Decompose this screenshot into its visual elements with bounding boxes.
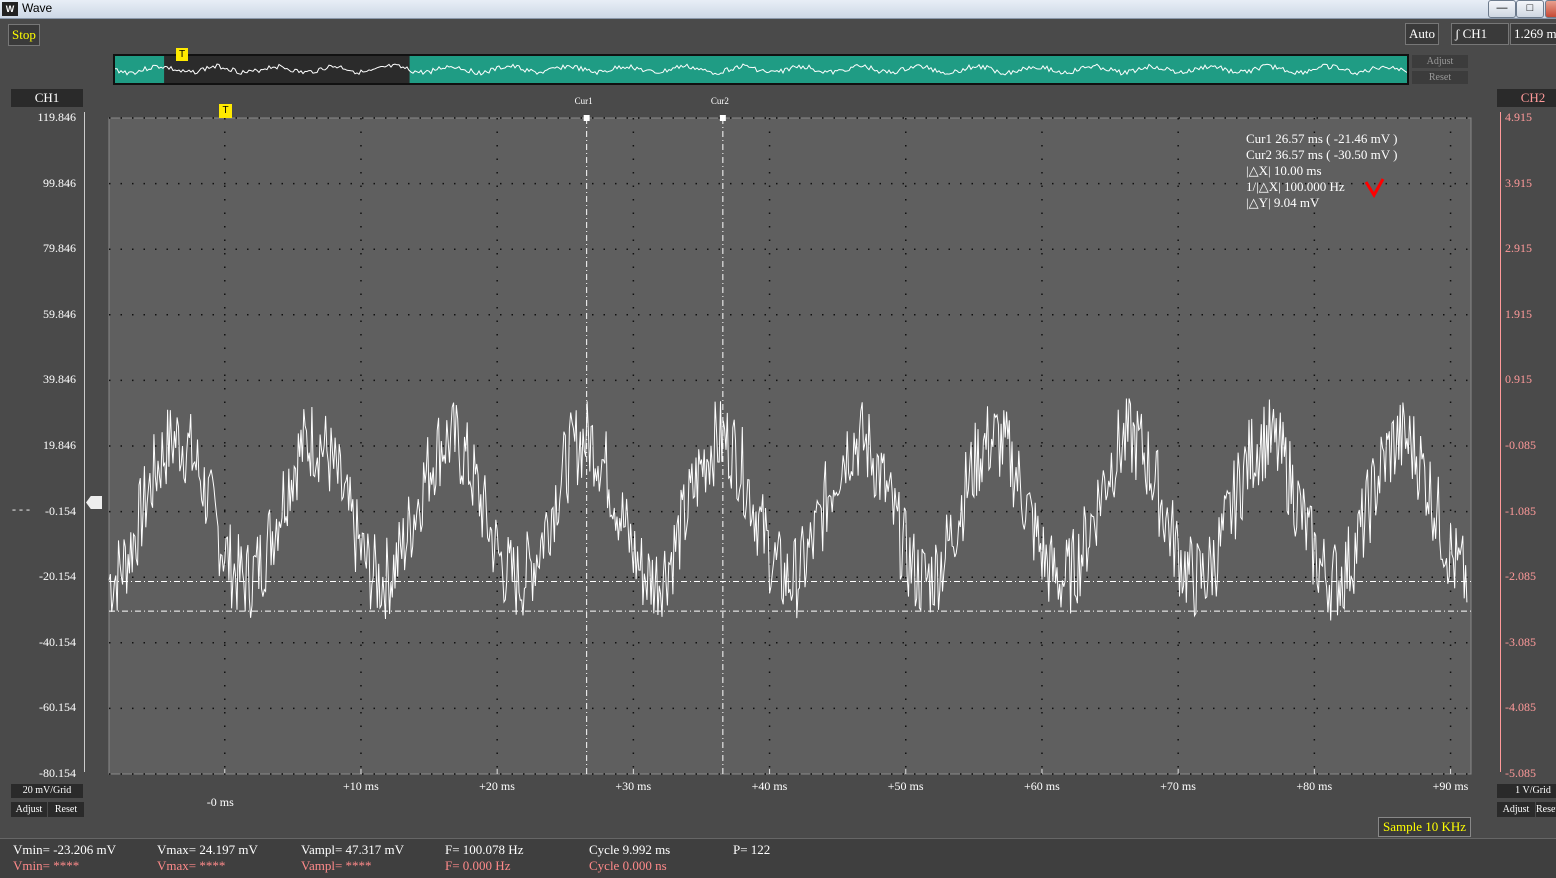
stop-button[interactable]: Stop [8,24,40,46]
x-tick-label: +30 ms [615,779,652,793]
ch2-vmax: Vmax= **** [157,858,226,873]
cursor2-label[interactable]: Cur2 [711,96,729,106]
check-mark-icon [1364,178,1385,198]
ch2-tick-label: -2.085 [1505,569,1536,584]
cursor1-handle [583,115,590,121]
ch1-adjust-button[interactable]: Adjust [11,802,47,817]
x-tick-label: +90 ms [1432,779,1469,793]
ch1-offset-handle[interactable] [86,496,102,509]
readout-cur2: Cur2 36.57 ms ( -30.50 mV ) [1246,147,1398,162]
x-tick-label: -0 ms [206,795,234,809]
cursor2-handle [719,115,726,121]
x-tick-label: +20 ms [479,779,515,793]
ch2-tick-label: -1.085 [1505,503,1536,518]
ch2-tick-label: -3.085 [1505,634,1536,649]
ch2-tick-label: 0.915 [1505,372,1532,387]
ch1-tick-label: 79.846 [43,241,76,256]
ch1-tick-label: -40.154 [39,634,76,649]
ch1-vmax: Vmax= 24.197 mV [157,842,258,857]
x-tick-label: +80 ms [1296,779,1333,793]
title-bar [0,0,1556,19]
close-button[interactable]: ✕ [1545,0,1556,18]
plot-background [108,117,1472,775]
ch1-vampl: Vampl= 47.317 mV [301,842,405,857]
ch1-tick-label: -80.154 [39,766,76,780]
overview-svg [115,56,1407,83]
ch1-tick-label: 119.846 [37,110,76,124]
ch1-tick-label: 99.846 [43,175,76,190]
waveform-overview[interactable] [113,54,1409,85]
ch2-tick-label: 2.915 [1505,241,1532,256]
ch1-tick-label: 19.846 [43,438,76,452]
cursor-readout: Cur1 26.57 ms ( -21.46 mV ) Cur2 36.57 m… [1246,131,1397,211]
ch2-tick-label: -0.085 [1505,438,1536,452]
overview-reset-button[interactable]: Reset [1412,71,1468,84]
trigger-edge-icon: ʃ [1455,26,1460,41]
maximize-button[interactable]: □ [1516,0,1544,18]
ch2-tick-label: 1.915 [1505,306,1532,321]
overview-adjust-button[interactable]: Adjust [1412,55,1468,68]
ch1-frequency: F= 100.078 Hz [445,842,524,857]
ch2-tick-label: 4.915 [1505,110,1532,124]
x-tick-label: +70 ms [1160,779,1196,793]
ch1-reset-button[interactable]: Reset [48,802,84,817]
readout-cur1: Cur1 26.57 ms ( -21.46 mV ) [1246,131,1398,146]
window-title: Wave [22,1,53,15]
ch2-adjust-button[interactable]: Adjust [1497,802,1535,817]
time-setting-button[interactable]: 1.269 m [1510,23,1556,45]
cursor1-label[interactable]: Cur1 [575,96,593,106]
trigger-position-marker[interactable]: T [219,104,232,118]
ch1-tick-label: 39.846 [43,372,76,387]
ch1-label[interactable]: CH1 [11,89,83,107]
ch1-vmin: Vmin= -23.206 mV [13,842,117,857]
auto-button[interactable]: Auto [1405,23,1439,45]
x-tick-label: +10 ms [342,779,379,793]
ch2-volts-per-grid[interactable]: 1 V/Grid [1497,784,1556,798]
trigger-channel-button[interactable]: ʃ CH1 [1451,23,1509,45]
app-icon: W [2,2,18,16]
ch1-volts-per-grid[interactable]: 20 mV/Grid [11,784,83,798]
ch2-tick-label: 3.915 [1505,175,1532,190]
x-tick-label: +50 ms [887,779,924,793]
ch2-vmin: Vmin= **** [13,858,80,873]
ch1-axis-line [84,112,85,772]
ch2-tick-label: -4.085 [1505,700,1536,715]
ch1-tick-label: -60.154 [39,700,76,715]
ch2-reset-button[interactable]: Reset [1536,802,1556,817]
overview-trigger-marker[interactable]: T [176,48,188,61]
ch2-vampl: Vampl= **** [301,858,372,873]
x-tick-label: +60 ms [1023,779,1060,793]
ch1-tick-label: -20.154 [39,569,76,584]
ch1-points: P= 122 [733,842,771,857]
ch1-tick-label: 59.846 [43,306,76,321]
ch2-axis-line [1500,112,1501,772]
x-tick-label: +40 ms [751,779,788,793]
ch1-zero-marker: - - - [12,502,30,516]
ch1-cycle: Cycle 9.992 ms [589,842,671,857]
sample-rate-button[interactable]: Sample 10 KHz [1378,817,1472,837]
minimize-button[interactable]: — [1488,0,1516,18]
ch2-tick-label: -5.085 [1505,766,1536,780]
ch2-frequency: F= 0.000 Hz [445,858,511,873]
ch2-cycle: Cycle 0.000 ns [589,858,667,873]
trigger-channel-label: CH1 [1462,26,1488,41]
ch2-label[interactable]: CH2 [1497,89,1556,107]
